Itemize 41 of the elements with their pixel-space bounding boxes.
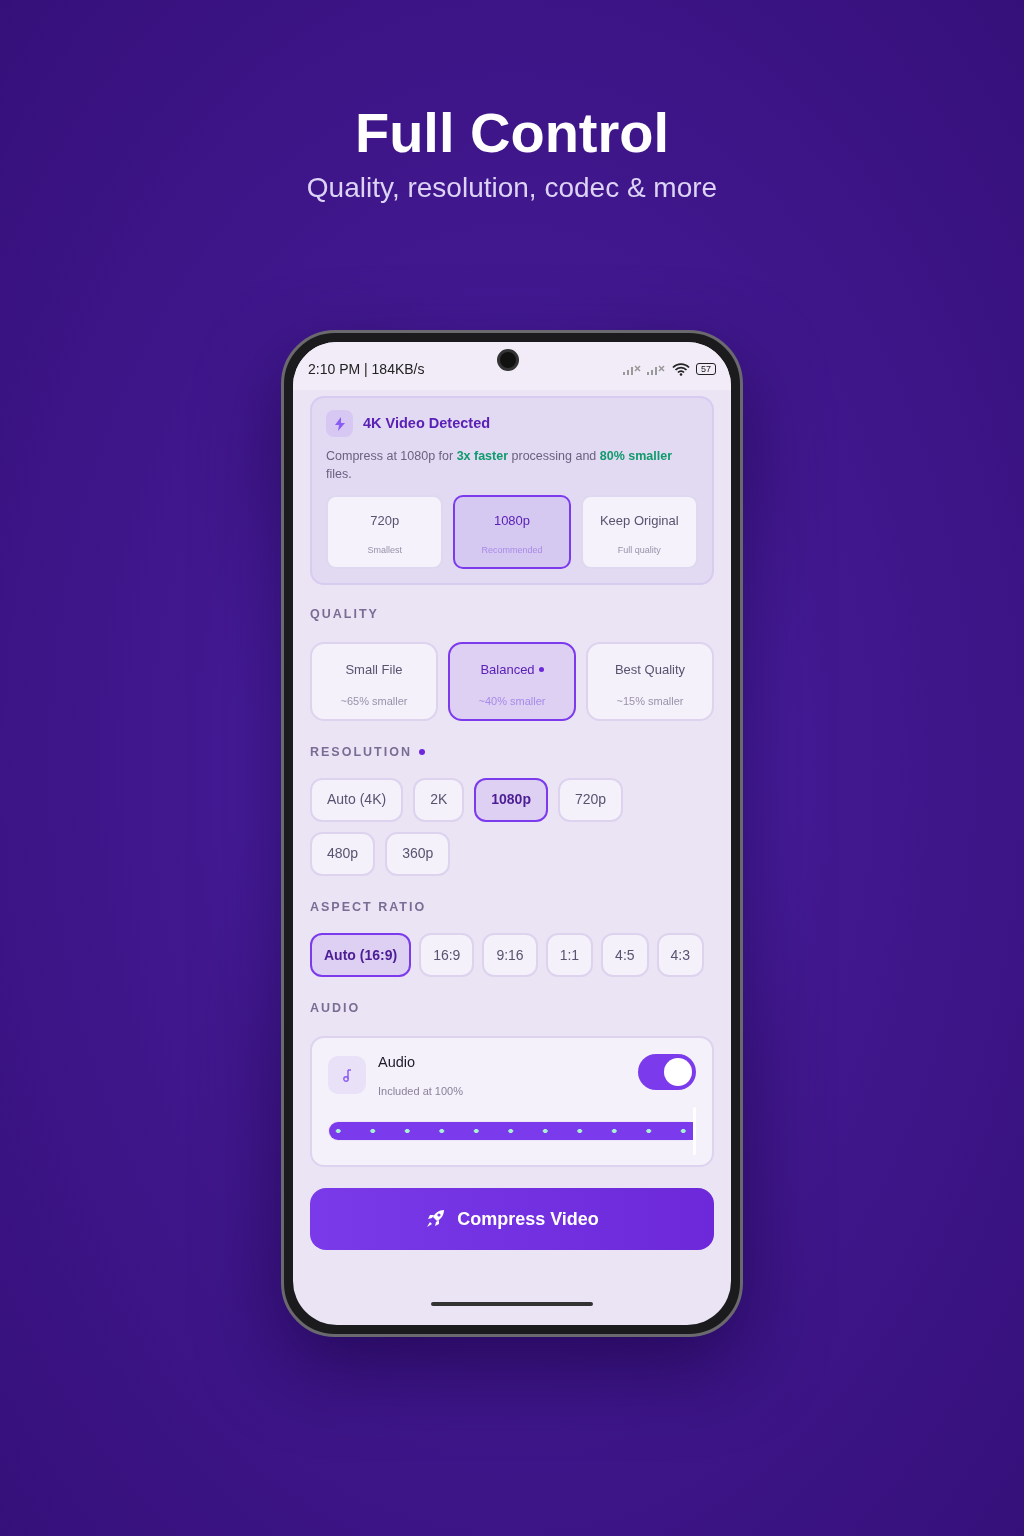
option-chip[interactable]: Auto (16:9): [310, 933, 412, 978]
option-chip[interactable]: 480p: [310, 831, 376, 876]
volume-slider[interactable]: [328, 1107, 696, 1156]
quality-option[interactable]: Best Quality ~15% smaller: [586, 641, 714, 721]
option-chip[interactable]: 720p: [557, 777, 624, 822]
section-heading: AUDIO: [310, 1000, 361, 1018]
audio-title: Audio: [378, 1053, 417, 1072]
section-heading: QUALITY: [310, 606, 379, 623]
option-chip[interactable]: 2K: [413, 777, 465, 822]
headline: Full Control: [354, 100, 670, 166]
option-chip[interactable]: 16:9: [419, 933, 475, 978]
battery-indicator: 57: [696, 363, 716, 375]
quality-option[interactable]: Balanced ~40% smaller: [448, 641, 576, 721]
resolution-option[interactable]: Keep Original Full quality: [580, 495, 698, 569]
rocket-icon: [425, 1209, 446, 1230]
section-heading: ASPECT RATIO: [310, 898, 427, 916]
audio-toggle[interactable]: [638, 1054, 696, 1090]
option-chip[interactable]: Auto (4K): [310, 777, 404, 822]
section-heading: RESOLUTION: [310, 743, 412, 761]
status-time: 2:10 PM | 184KB/s: [308, 359, 425, 379]
audio-subtitle: Included at 100%: [378, 1083, 463, 1099]
lightning-icon: [334, 416, 345, 431]
quality-option[interactable]: Small File ~65% smaller: [310, 641, 438, 721]
subtitle: Quality, resolution, codec & more: [306, 171, 718, 205]
resolution-option[interactable]: 720p Smallest: [326, 495, 444, 569]
signal-icon: [622, 363, 642, 375]
slider-handle[interactable]: [693, 1107, 696, 1156]
compress-button[interactable]: Compress Video: [310, 1188, 714, 1251]
option-chip[interactable]: 4:3: [656, 933, 705, 978]
card-title: 4K Video Detected: [363, 413, 491, 433]
card-message: Compress at 1080p for 3x faster processing and 80% smaller files.: [326, 448, 674, 483]
option-chip[interactable]: 360p: [385, 831, 451, 876]
option-chip[interactable]: 9:16: [482, 933, 538, 978]
music-note-icon: [342, 1068, 352, 1082]
resolution-option[interactable]: 1080p Recommended: [453, 495, 571, 569]
wifi-icon: [672, 362, 690, 376]
option-chip[interactable]: 1:1: [545, 933, 594, 978]
signal-icon: [646, 363, 666, 375]
camera-icon: [497, 349, 520, 371]
option-chip[interactable]: 4:5: [601, 933, 649, 978]
option-chip[interactable]: 1080p: [474, 777, 548, 822]
